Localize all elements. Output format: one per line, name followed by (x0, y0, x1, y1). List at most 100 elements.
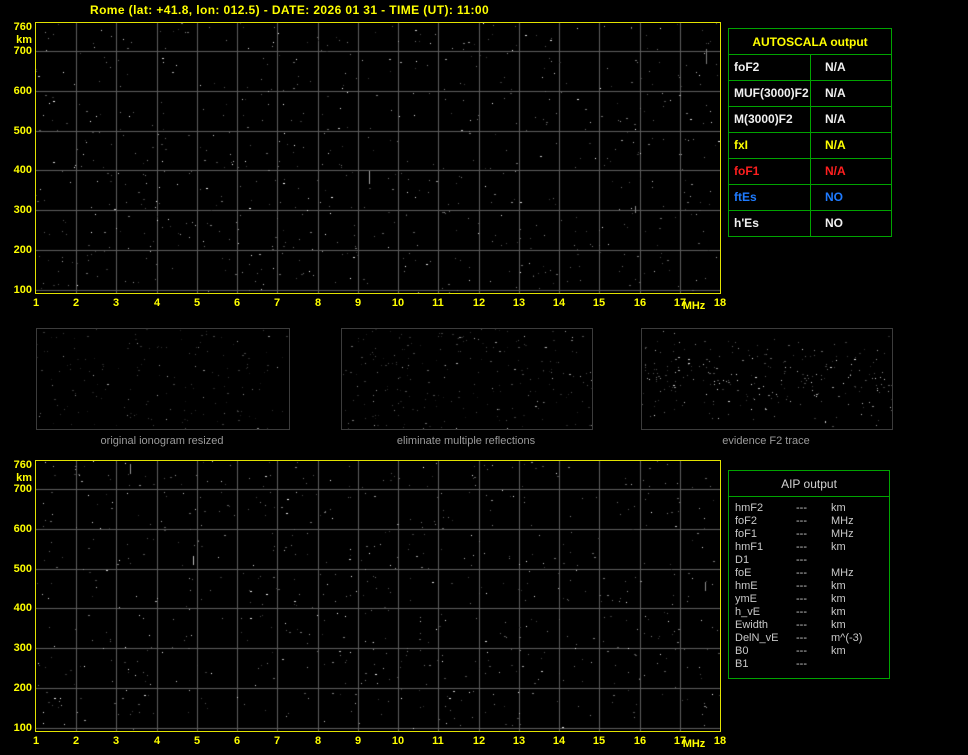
x-tick-label: 5 (193, 735, 201, 747)
aip-param-unit: km (831, 580, 846, 592)
autoscala-table-rows: foF2 N/A MUF(3000)F2 N/A M(3000)F2 N/A fxI N/A f… (729, 55, 891, 236)
thumbnail-caption: evidence F2 trace (722, 435, 810, 447)
aip-param-unit: MHz (831, 567, 854, 579)
x-tick-label: 13 (512, 735, 526, 747)
aip-param-name: B0 (735, 645, 749, 657)
aip-table-row: B0 --- km (729, 645, 889, 658)
x-tick-label: 18 (713, 297, 727, 309)
thumbnail-caption: eliminate multiple reflections (396, 435, 536, 447)
x-tick-label: 18 (713, 735, 727, 747)
x-tick-label: 10 (391, 297, 405, 309)
y-tick-label: 100 (13, 284, 32, 296)
aip-table-row: foF1 --- MHz (729, 528, 889, 541)
aip-table-row: hmF2 --- km (729, 502, 889, 515)
x-tick-label: 16 (633, 297, 647, 309)
x-tick-label: 4 (153, 297, 161, 309)
aip-param-unit: km (831, 541, 846, 553)
y-tick-label: 400 (13, 602, 32, 614)
autoscala-output-table: AUTOSCALA output foF2 N/A MUF(3000)F2 N/A M(… (728, 28, 892, 237)
autoscala-table-header: AUTOSCALA output (729, 29, 891, 55)
x-tick-label: 8 (314, 297, 322, 309)
ionogram-top-canvas (36, 23, 720, 293)
processing-step-thumbnail (341, 328, 593, 430)
ionogram-plot-bottom (35, 460, 721, 732)
x-tick-label: 15 (592, 297, 606, 309)
aip-param-value: --- (796, 580, 807, 592)
aip-table-row: h_vE --- km (729, 606, 889, 619)
x-tick-label: 14 (552, 297, 566, 309)
x-tick-label: 12 (472, 735, 486, 747)
aip-param-value: --- (796, 645, 807, 657)
autoscala-window: Rome (lat: +41.8, lon: 012.5) - DATE: 20… (0, 0, 968, 755)
aip-param-value: --- (796, 502, 807, 514)
aip-param-value: --- (796, 606, 807, 618)
aip-param-unit: MHz (831, 528, 854, 540)
x-tick-label: 12 (472, 297, 486, 309)
autoscala-param-value: NO (825, 190, 843, 204)
aip-output-table: AIP output hmF2 --- km foF2 --- MHz foF1 --- MHz… (728, 470, 890, 679)
ionogram-bottom-canvas (36, 461, 720, 731)
y-tick-label: 500 (13, 563, 32, 575)
x-tick-label: 3 (112, 297, 120, 309)
aip-param-value: --- (796, 515, 807, 527)
autoscala-param-label: foF2 (729, 55, 811, 80)
autoscala-param-value: N/A (825, 60, 846, 74)
aip-param-unit: km (831, 593, 846, 605)
autoscala-table-row: foF1 N/A (729, 158, 891, 184)
aip-param-unit: km (831, 502, 846, 514)
thumbnail-caption: original ionogram resized (100, 435, 224, 447)
y-tick-label: 700 (13, 45, 32, 57)
aip-param-unit: m^(-3) (831, 632, 863, 644)
autoscala-param-label: ftEs (729, 185, 811, 210)
aip-param-value: --- (796, 567, 807, 579)
autoscala-param-label: h'Es (729, 211, 811, 236)
y-tick-label: 760 (13, 459, 32, 471)
aip-param-value: --- (796, 541, 807, 553)
aip-table-header: AIP output (729, 471, 889, 497)
x-tick-label: 9 (354, 735, 362, 747)
aip-table-row: D1 --- (729, 554, 889, 567)
processing-step-thumbnail (36, 328, 290, 430)
autoscala-table-row: ftEs NO (729, 184, 891, 210)
autoscala-param-label: fxI (729, 133, 811, 158)
aip-param-name: foF2 (735, 515, 758, 527)
aip-table-row: B1 --- (729, 658, 889, 671)
station-date-title: Rome (lat: +41.8, lon: 012.5) - DATE: 20… (90, 3, 490, 17)
aip-param-name: foF1 (735, 528, 758, 540)
x-tick-label: 14 (552, 735, 566, 747)
aip-param-value: --- (796, 554, 807, 566)
autoscala-param-value: NO (825, 216, 843, 230)
x-axis-unit-label: MHz (682, 300, 706, 312)
autoscala-param-value: N/A (825, 112, 846, 126)
y-tick-label: 400 (13, 164, 32, 176)
autoscala-table-row: h'Es NO (729, 210, 891, 236)
aip-table-row: hmF1 --- km (729, 541, 889, 554)
x-tick-label: 1 (32, 735, 40, 747)
y-tick-label: 300 (13, 204, 32, 216)
x-axis-unit-label: MHz (682, 738, 706, 750)
aip-param-unit: km (831, 619, 846, 631)
aip-param-name: DelN_vE (735, 632, 779, 644)
aip-table-row: foF2 --- MHz (729, 515, 889, 528)
y-tick-label: 300 (13, 642, 32, 654)
x-tick-label: 16 (633, 735, 647, 747)
processing-step-thumbnail (641, 328, 893, 430)
x-tick-label: 9 (354, 297, 362, 309)
aip-param-name: B1 (735, 658, 749, 670)
aip-param-unit: MHz (831, 515, 854, 527)
aip-param-value: --- (796, 658, 807, 670)
thumbnail-canvas (37, 329, 289, 429)
x-tick-label: 6 (233, 735, 241, 747)
aip-param-value: --- (796, 619, 807, 631)
aip-param-unit: km (831, 645, 846, 657)
aip-table-row: DelN_vE --- m^(-3) (729, 632, 889, 645)
y-tick-label: 500 (13, 125, 32, 137)
x-tick-label: 2 (72, 735, 80, 747)
aip-param-value: --- (796, 528, 807, 540)
aip-param-name: foE (735, 567, 752, 579)
x-tick-label: 7 (273, 297, 281, 309)
aip-param-unit (831, 554, 889, 567)
aip-param-name: Ewidth (735, 619, 769, 631)
autoscala-param-value: N/A (825, 138, 846, 152)
aip-table-row: hmE --- km (729, 580, 889, 593)
